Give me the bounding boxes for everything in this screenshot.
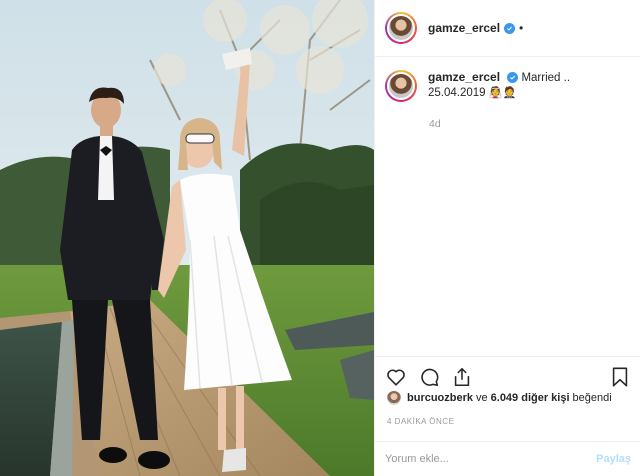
comment-icon[interactable] [418, 366, 440, 388]
likes-suffix: beğendi [572, 392, 612, 404]
post-comment-button[interactable]: Paylaş [596, 453, 631, 465]
comment-input[interactable] [385, 453, 597, 465]
caption-avatar[interactable] [385, 70, 417, 102]
post-header: gamze_ercel • [375, 0, 640, 57]
header-username[interactable]: gamze_ercel [428, 21, 500, 35]
share-icon[interactable] [451, 366, 473, 388]
verified-badge-icon [507, 72, 519, 83]
liker-avatar[interactable] [387, 391, 401, 405]
bookmark-icon[interactable] [609, 366, 631, 388]
action-bar [375, 356, 640, 396]
liker-username[interactable]: burcuozberk [407, 392, 473, 404]
likes-summary: burcuozberk ve 6.049 diğer kişi beğendi [387, 391, 615, 405]
likes-count[interactable]: 6.049 diğer kişi [491, 392, 570, 404]
post-details-panel: gamze_ercel • gamze_ercel Married .. 25.… [374, 0, 640, 476]
post-timestamp[interactable]: 4 DAKİKA ÖNCE [387, 417, 454, 426]
comment-form: Paylaş [375, 441, 640, 476]
caption-age[interactable]: 4d [429, 118, 441, 130]
caption-emojis: 👰🤵 [488, 87, 517, 99]
likes-joiner: ve [476, 392, 488, 404]
heart-icon[interactable] [385, 366, 407, 388]
separator-dot: • [519, 21, 524, 35]
caption-date: 25.04.2019 [428, 87, 486, 99]
post-photo[interactable] [0, 0, 374, 476]
profile-avatar[interactable] [385, 12, 417, 44]
caption-text: Married .. [521, 72, 571, 84]
post-caption: gamze_ercel Married .. 25.04.2019 👰🤵 [385, 70, 635, 102]
wedding-photo [0, 0, 374, 476]
verified-badge-icon [504, 22, 516, 34]
caption-username[interactable]: gamze_ercel [428, 70, 500, 84]
